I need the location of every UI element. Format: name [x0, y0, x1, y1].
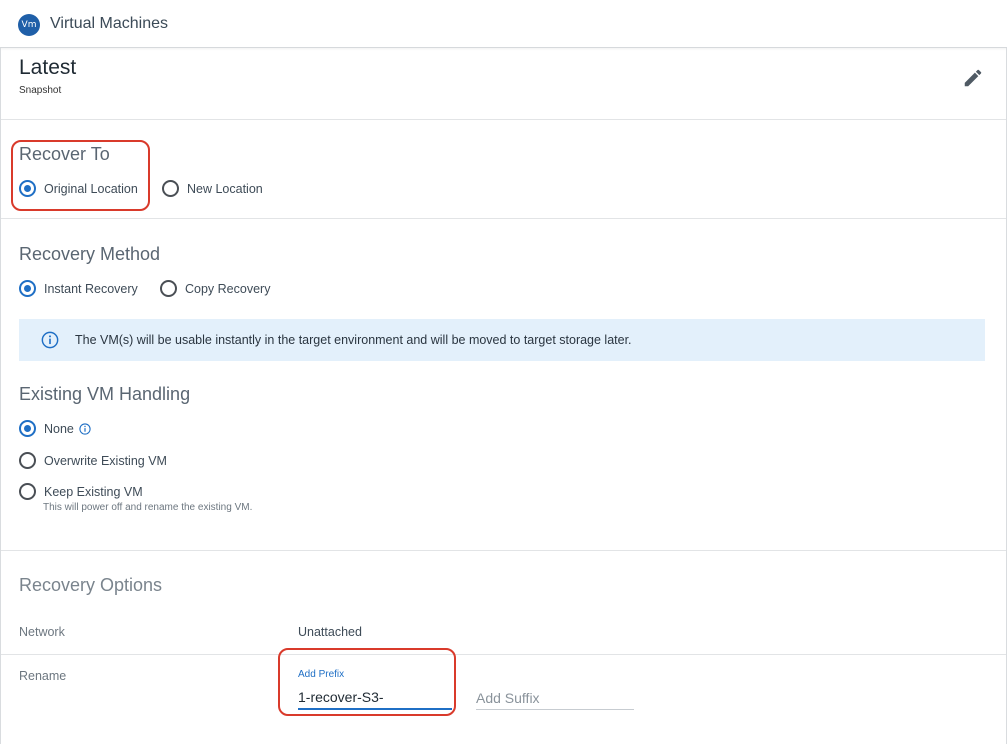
- radio-instant-recovery[interactable]: Instant Recovery: [19, 280, 138, 297]
- radio-label: Instant Recovery: [44, 281, 138, 296]
- existing-vm-title: Existing VM Handling: [19, 384, 191, 404]
- divider: [1, 119, 1006, 120]
- prefix-field-label: Add Prefix: [298, 669, 345, 680]
- divider: [1, 550, 1006, 551]
- radio-selected-icon: [19, 420, 36, 437]
- radio-selected-icon: [19, 280, 36, 297]
- radio-label: None: [44, 421, 74, 436]
- info-icon[interactable]: [79, 422, 91, 435]
- snapshot-title: Latest: [19, 56, 77, 79]
- app-header: Vm Virtual Machines: [0, 0, 1007, 48]
- suffix-input[interactable]: [476, 686, 634, 710]
- radio-selected-icon: [19, 180, 36, 197]
- page-title: Virtual Machines: [50, 15, 168, 32]
- radio-keep-existing-vm[interactable]: Keep Existing VM: [19, 483, 143, 500]
- radio-label: Copy Recovery: [185, 281, 271, 296]
- recover-to-title: Recover To: [19, 144, 110, 164]
- radio-label: New Location: [187, 181, 263, 196]
- info-icon: [41, 331, 59, 349]
- radio-unselected-icon: [19, 452, 36, 469]
- radio-label: Overwrite Existing VM: [44, 453, 167, 468]
- divider: [1, 218, 1006, 219]
- radio-unselected-icon: [19, 483, 36, 500]
- vm-logo-icon: Vm: [18, 14, 40, 36]
- radio-label: Original Location: [44, 181, 138, 196]
- divider: [1, 654, 1006, 655]
- recovery-method-title: Recovery Method: [19, 244, 161, 264]
- radio-none[interactable]: None: [19, 420, 91, 437]
- recovery-options-title: Recovery Options: [19, 575, 163, 595]
- info-text: The VM(s) will be usable instantly in th…: [75, 333, 632, 347]
- info-banner: The VM(s) will be usable instantly in th…: [19, 319, 985, 361]
- rename-label: Rename: [19, 669, 67, 683]
- radio-original-location[interactable]: Original Location: [19, 180, 138, 197]
- prefix-input[interactable]: [298, 686, 452, 710]
- pencil-icon[interactable]: [962, 67, 984, 89]
- network-value: Unattached: [298, 625, 362, 639]
- network-label: Network: [19, 625, 65, 639]
- keep-existing-hint: This will power off and rename the exist…: [43, 502, 253, 513]
- radio-new-location[interactable]: New Location: [162, 180, 263, 197]
- radio-unselected-icon: [162, 180, 179, 197]
- radio-overwrite-existing-vm[interactable]: Overwrite Existing VM: [19, 452, 167, 469]
- radio-label: Keep Existing VM: [44, 484, 143, 499]
- snapshot-subtitle: Snapshot: [19, 85, 62, 96]
- radio-copy-recovery[interactable]: Copy Recovery: [160, 280, 270, 297]
- radio-unselected-icon: [160, 280, 177, 297]
